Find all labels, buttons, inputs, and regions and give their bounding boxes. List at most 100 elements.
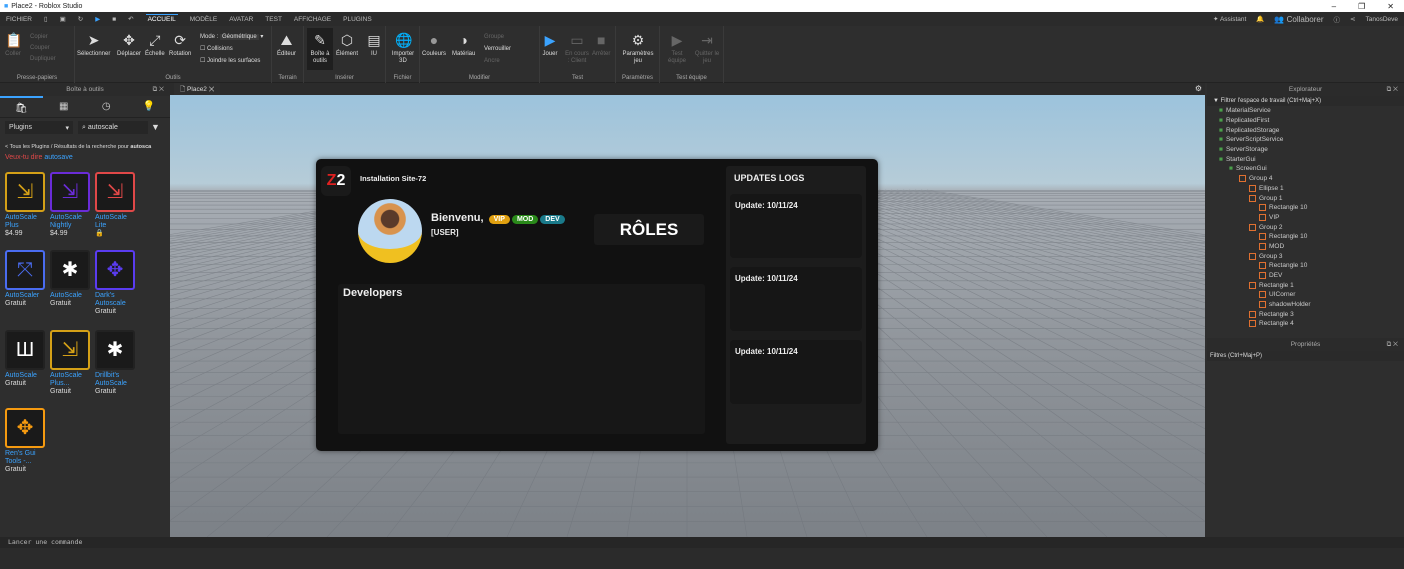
tree-item[interactable]: ■ ScreenGui xyxy=(1211,164,1404,174)
anchor-button[interactable]: Ancre xyxy=(484,55,511,67)
properties-filter-input[interactable]: Filtres (Ctrl+Maj+P) xyxy=(1207,351,1404,361)
plugin-card[interactable]: ⇲ AutoScale Nightly $4.99 xyxy=(50,172,94,238)
game-settings-button[interactable]: ⚙ Paramètres jeu xyxy=(622,32,654,65)
plugin-card[interactable]: ⇲ AutoScale Lite 🔒 xyxy=(95,172,139,238)
category-select[interactable]: Plugins ▾ xyxy=(5,121,73,134)
colors-button[interactable]: ● Couleurs xyxy=(422,32,446,58)
settings-icon[interactable]: ⚙ xyxy=(1195,84,1202,93)
breadcrumb-link[interactable]: < Tous les Plugins / Résultats de la rec… xyxy=(5,144,130,150)
tab-place2[interactable]: 🗋 Place2 ✕ xyxy=(174,83,221,95)
collisions-checkbox[interactable]: ☐ Collisions xyxy=(200,43,263,55)
join-checkbox[interactable]: ☐ Joindre les surfaces xyxy=(200,55,263,67)
suggestion-link[interactable]: autosave xyxy=(44,154,72,161)
tab-plugins[interactable]: PLUGINS xyxy=(343,16,372,23)
user-menu[interactable]: TanosDeve xyxy=(1365,16,1398,23)
close-button[interactable]: ✕ xyxy=(1387,2,1394,11)
tree-item[interactable]: shadowHolder xyxy=(1211,300,1404,310)
copy-button[interactable]: Copier xyxy=(30,32,56,43)
new-icon[interactable]: ▯ xyxy=(44,15,48,23)
plugin-card[interactable]: ✱ AutoScale Gratuit xyxy=(50,250,94,308)
move-button[interactable]: ✥ Déplacer xyxy=(117,32,141,58)
terrain-editor-button[interactable]: ⛰ Éditeur xyxy=(277,32,296,58)
tree-item[interactable]: Ellipse 1 xyxy=(1211,184,1404,194)
duplicate-button[interactable]: Dupliquer xyxy=(30,54,56,65)
tree-item[interactable]: ■ ReplicatedFirst xyxy=(1211,116,1404,126)
tree-item[interactable]: Rectangle 10 xyxy=(1211,203,1404,213)
tree-item[interactable]: ■ ReplicatedStorage xyxy=(1211,125,1404,135)
open-icon[interactable]: ▣ xyxy=(60,15,66,23)
tab-inventory[interactable]: 🛍 xyxy=(0,96,43,117)
play-button[interactable]: ▶ Jouer xyxy=(542,32,558,58)
plugin-card[interactable]: ✥ Dark's Autoscale Gratuit xyxy=(95,250,139,316)
tree-item[interactable]: ■ MaterialService xyxy=(1211,106,1404,116)
tree-item[interactable]: DEV xyxy=(1211,271,1404,281)
plugin-card[interactable]: ⇲ AutoScale Plus $4.99 xyxy=(5,172,49,238)
command-bar[interactable]: Lancer une commande xyxy=(0,537,1404,548)
current-client-button[interactable]: ▭ En cours : Client xyxy=(564,32,590,65)
toolbox-button[interactable]: ✎ Boîte à outils xyxy=(307,28,333,70)
tree-item[interactable]: Rectangle 1 xyxy=(1211,280,1404,290)
collaborate-button[interactable]: 👥 Collaborer xyxy=(1274,15,1323,24)
plugin-card[interactable]: ⤧ AutoScaler Gratuit xyxy=(5,250,49,308)
tree-item[interactable]: VIP xyxy=(1211,213,1404,223)
assistant-button[interactable]: ✦ Assistant xyxy=(1213,15,1246,23)
cut-button[interactable]: Couper xyxy=(30,43,56,54)
tree-item[interactable]: MOD xyxy=(1211,242,1404,252)
tab-accueil[interactable]: ACCUEIL xyxy=(145,14,178,24)
close-panel-icon[interactable]: ⧉ ✕ xyxy=(1387,338,1398,351)
plugin-card[interactable]: Ш AutoScale Gratuit xyxy=(5,330,49,388)
material-button[interactable]: ◑ Matériau xyxy=(452,32,475,58)
tree-item[interactable]: Group 3 xyxy=(1211,251,1404,261)
tree-item[interactable]: Rectangle 10 xyxy=(1211,261,1404,271)
help-icon[interactable]: ⓘ xyxy=(1334,14,1341,24)
tab-recent[interactable]: ◷ xyxy=(85,96,128,117)
mode-select[interactable]: Géométrique xyxy=(220,34,259,40)
explorer-filter-input[interactable]: ▼ Filtrer l'espace de travail (Ctrl+Maj+… xyxy=(1207,96,1404,106)
restore-button[interactable]: ❐ xyxy=(1358,2,1365,11)
tree-item[interactable]: Rectangle 4 xyxy=(1211,319,1404,329)
close-panel-icon[interactable]: ⧉ ✕ xyxy=(153,83,164,96)
undo-icon[interactable]: ↶ xyxy=(128,15,133,23)
tree-item[interactable]: Group 4 xyxy=(1211,174,1404,184)
search-input[interactable]: ⌕ autoscale xyxy=(78,121,148,134)
plugin-card[interactable]: ✱ Drillbit's AutoScale Gratuit xyxy=(95,330,139,396)
tab-test[interactable]: TEST xyxy=(265,16,282,23)
lock-button[interactable]: Verrouiller xyxy=(484,43,511,55)
paste-button[interactable]: 📋 Coller xyxy=(5,32,22,58)
tree-item[interactable]: Group 2 xyxy=(1211,222,1404,232)
tab-creations[interactable]: 💡 xyxy=(128,96,171,117)
stop-icon[interactable]: ■ xyxy=(112,16,116,23)
share-icon[interactable]: ⋖ xyxy=(1350,15,1355,23)
tree-item[interactable]: ■ StarterGui xyxy=(1211,154,1404,164)
notification-icon[interactable]: 🔔 xyxy=(1256,15,1264,23)
tab-marketplace[interactable]: ▦ xyxy=(43,96,86,117)
tree-item[interactable]: Group 1 xyxy=(1211,193,1404,203)
redo-icon[interactable]: ↻ xyxy=(78,15,83,23)
tree-item[interactable]: Rectangle 10 xyxy=(1211,232,1404,242)
tree-item[interactable]: ■ ServerStorage xyxy=(1211,145,1404,155)
minimize-button[interactable]: – xyxy=(1332,2,1336,11)
tab-avatar[interactable]: AVATAR xyxy=(229,16,253,23)
plugin-card[interactable]: ⇲ AutoScale Plus... Gratuit xyxy=(50,330,94,396)
roles-button[interactable]: RÔLES xyxy=(594,214,704,245)
rotate-button[interactable]: ⟳ Rotation xyxy=(169,32,191,58)
filter-icon[interactable]: ▼ xyxy=(151,122,160,132)
close-panel-icon[interactable]: ⧉ ✕ xyxy=(1387,83,1398,96)
group-button[interactable]: Groupe xyxy=(484,31,511,43)
element-button[interactable]: ⬡ Élément xyxy=(336,32,358,58)
menu-file[interactable]: FICHIER xyxy=(6,16,32,23)
leave-game-button[interactable]: ⇥ Quitter le jeu xyxy=(694,32,720,65)
scale-button[interactable]: ⤢ Échelle xyxy=(145,32,165,58)
tab-modele[interactable]: MODÈLE xyxy=(190,16,217,23)
team-test-button[interactable]: ▶ Test équipe xyxy=(664,32,690,65)
ui-button[interactable]: ▤ IU xyxy=(366,32,382,58)
play-icon[interactable]: ▶ xyxy=(95,15,100,23)
tab-affichage[interactable]: AFFICHAGE xyxy=(294,16,331,23)
tree-item[interactable]: ■ ServerScriptService xyxy=(1211,135,1404,145)
tree-item[interactable]: Rectangle 3 xyxy=(1211,309,1404,319)
plugin-card[interactable]: ✥ Ren's Gui Tools -... Gratuit xyxy=(5,408,49,474)
stop-button[interactable]: ■ Arrêter xyxy=(592,32,610,58)
import-3d-button[interactable]: 🌐 Importer 3D xyxy=(390,32,416,65)
tree-item[interactable]: UICorner xyxy=(1211,290,1404,300)
select-button[interactable]: ➤ Sélectionner xyxy=(77,32,110,58)
